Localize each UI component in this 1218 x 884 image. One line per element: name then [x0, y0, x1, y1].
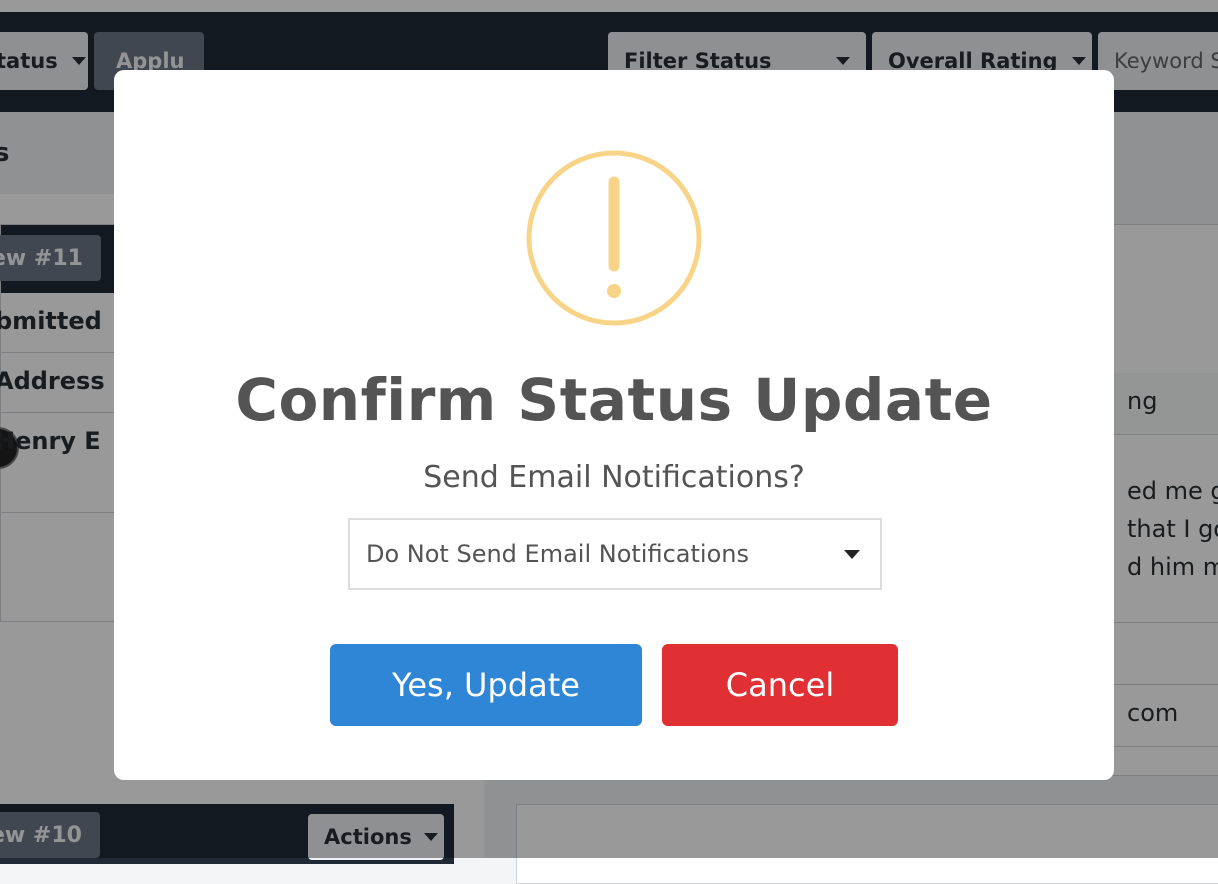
dialog-title: Confirm Status Update — [235, 366, 993, 434]
yes-update-label: Yes, Update — [392, 666, 580, 704]
cancel-label: Cancel — [725, 666, 835, 704]
email-notification-select[interactable]: Do Not Send Email Notifications — [348, 518, 882, 590]
dialog-subtitle: Send Email Notifications? — [423, 460, 805, 495]
email-notification-selected-value: Do Not Send Email Notifications — [366, 540, 749, 568]
caret-down-icon — [844, 550, 860, 559]
exclamation-circle-icon — [526, 150, 702, 326]
yes-update-button[interactable]: Yes, Update — [330, 644, 642, 726]
cancel-button[interactable]: Cancel — [662, 644, 898, 726]
confirm-status-dialog: Confirm Status Update Send Email Notific… — [114, 70, 1114, 780]
